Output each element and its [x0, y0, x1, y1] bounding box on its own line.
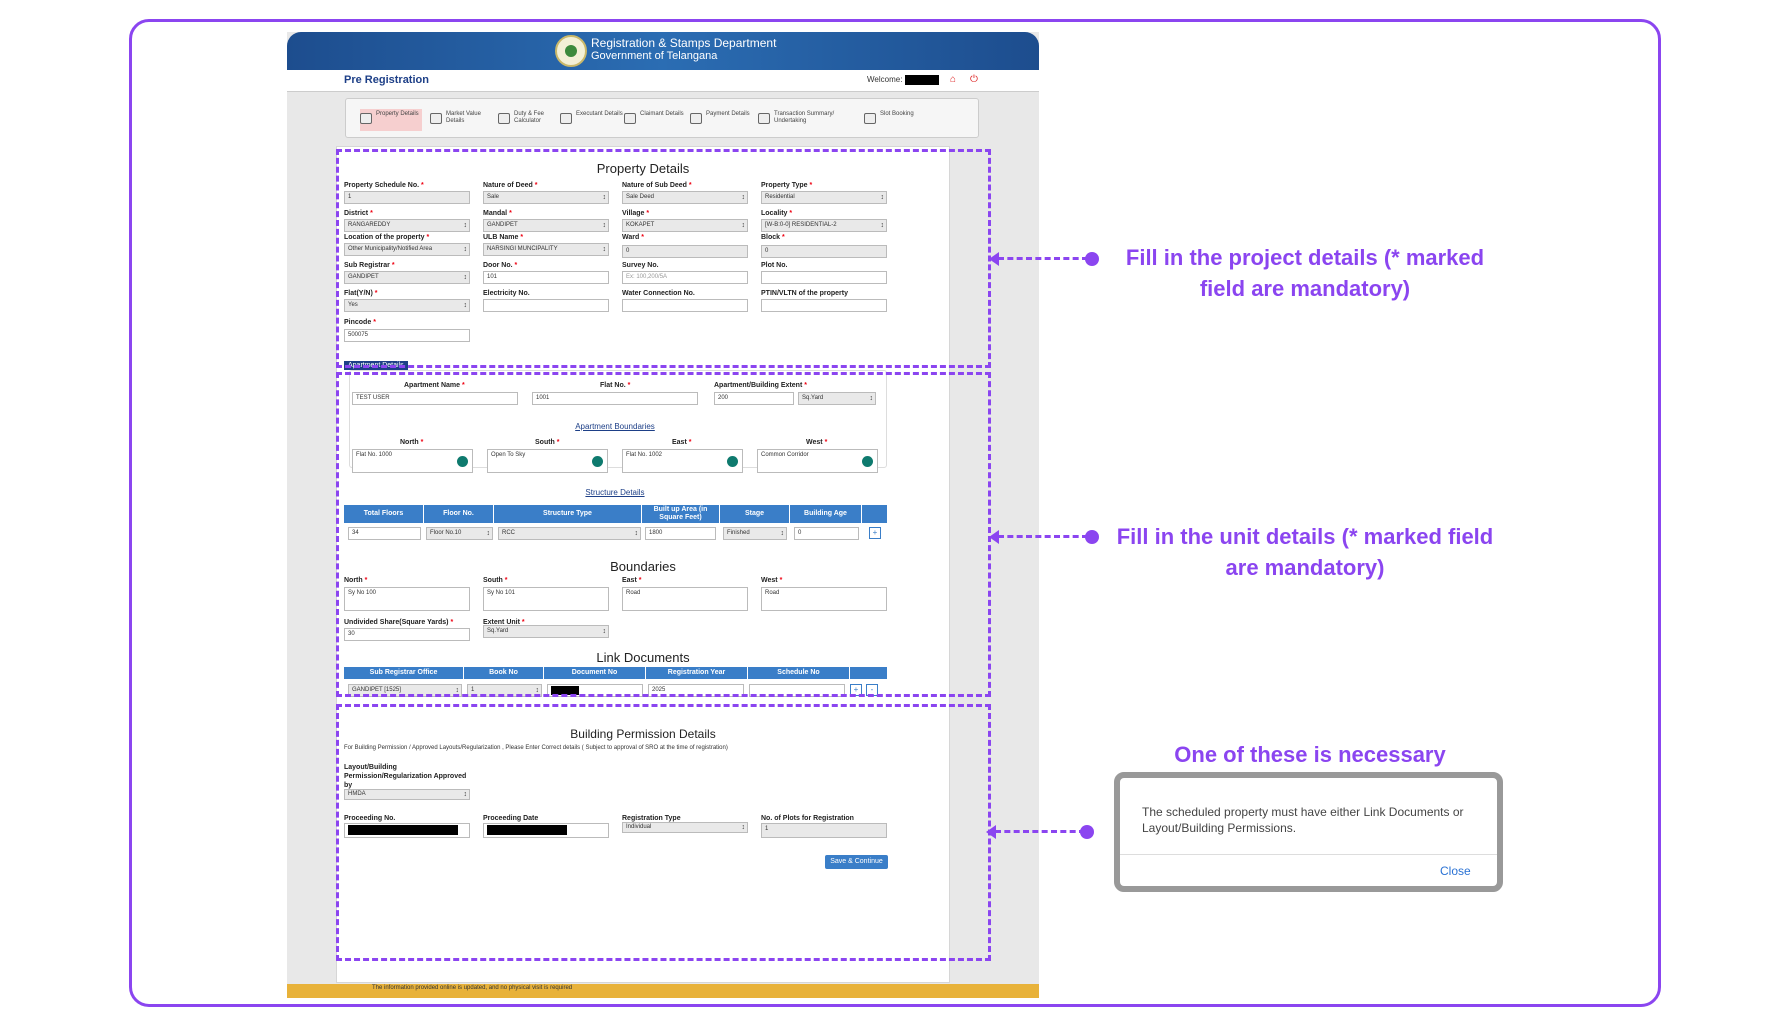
project-details-highlight [336, 149, 991, 368]
project-details-note: Fill in the project details (* marked fi… [1125, 245, 1485, 301]
government-name: Government of Telangana [591, 50, 718, 62]
step-label: Transaction Summary/ Undertaking [774, 111, 835, 124]
step-payment[interactable]: Payment Details [690, 109, 752, 131]
unit-details-note: Fill in the unit details (* marked field… [1116, 524, 1494, 580]
step-label: Payment Details [706, 111, 750, 117]
page-title: Pre Registration [344, 74, 429, 86]
redacted-username [905, 75, 940, 85]
top-bar: Pre Registration Welcome: ⌂ ⏻ [287, 70, 1039, 92]
modal-message: The scheduled property must have either … [1142, 805, 1464, 835]
arrow-dot-icon [1085, 252, 1099, 266]
department-name: Registration & Stamps Department [591, 36, 777, 50]
calculator-icon [498, 113, 510, 124]
alert-modal: The scheduled property must have either … [1114, 772, 1503, 892]
header-banner: Registration & Stamps Department Governm… [287, 32, 1039, 70]
unit-details-highlight [336, 372, 991, 697]
arrow-dot-icon [1085, 530, 1099, 544]
step-property-details[interactable]: Property Details [360, 109, 422, 131]
step-transaction-summary[interactable]: Transaction Summary/ Undertaking [758, 109, 844, 131]
step-slot-booking[interactable]: Slot Booking [864, 109, 926, 131]
summary-icon [758, 113, 770, 124]
step-claimant[interactable]: Claimant Details [624, 109, 686, 131]
step-label: Property Details [376, 111, 419, 117]
welcome-text: Welcome: [867, 75, 940, 85]
modal-divider [1120, 854, 1497, 855]
wizard-steps: Property Details Market Value Details Du… [345, 98, 979, 138]
documents-highlight [336, 704, 991, 961]
arrow-line [998, 257, 1088, 260]
step-duty-fee[interactable]: Duty & Fee Calculator [498, 109, 560, 131]
payment-icon [690, 113, 702, 124]
step-label: Market Value Details [446, 111, 481, 124]
market-value-icon [430, 113, 442, 124]
step-label: Executant Details [576, 111, 623, 117]
claimant-icon [624, 113, 636, 124]
home-icon[interactable]: ⌂ [950, 74, 956, 85]
arrow-line [998, 535, 1088, 538]
calendar-icon [864, 113, 876, 124]
modal-close-button[interactable]: Close [1440, 864, 1471, 878]
step-executant[interactable]: Executant Details [560, 109, 623, 131]
property-icon [360, 113, 372, 124]
step-label: Duty & Fee Calculator [514, 111, 545, 124]
logout-icon[interactable]: ⏻ [970, 74, 978, 85]
footer-bar: The information provided online is updat… [287, 984, 1039, 998]
step-market-value[interactable]: Market Value Details [430, 109, 492, 131]
one-of-note: One of these is necessary [1174, 742, 1446, 767]
arrow-line [995, 830, 1085, 833]
telangana-emblem-icon [555, 35, 587, 67]
welcome-label: Welcome: [867, 75, 903, 85]
step-label: Slot Booking [880, 111, 914, 117]
step-label: Claimant Details [640, 111, 684, 117]
executant-icon [560, 113, 572, 124]
footer-text: The information provided online is updat… [372, 985, 573, 991]
arrow-dot-icon [1080, 825, 1094, 839]
